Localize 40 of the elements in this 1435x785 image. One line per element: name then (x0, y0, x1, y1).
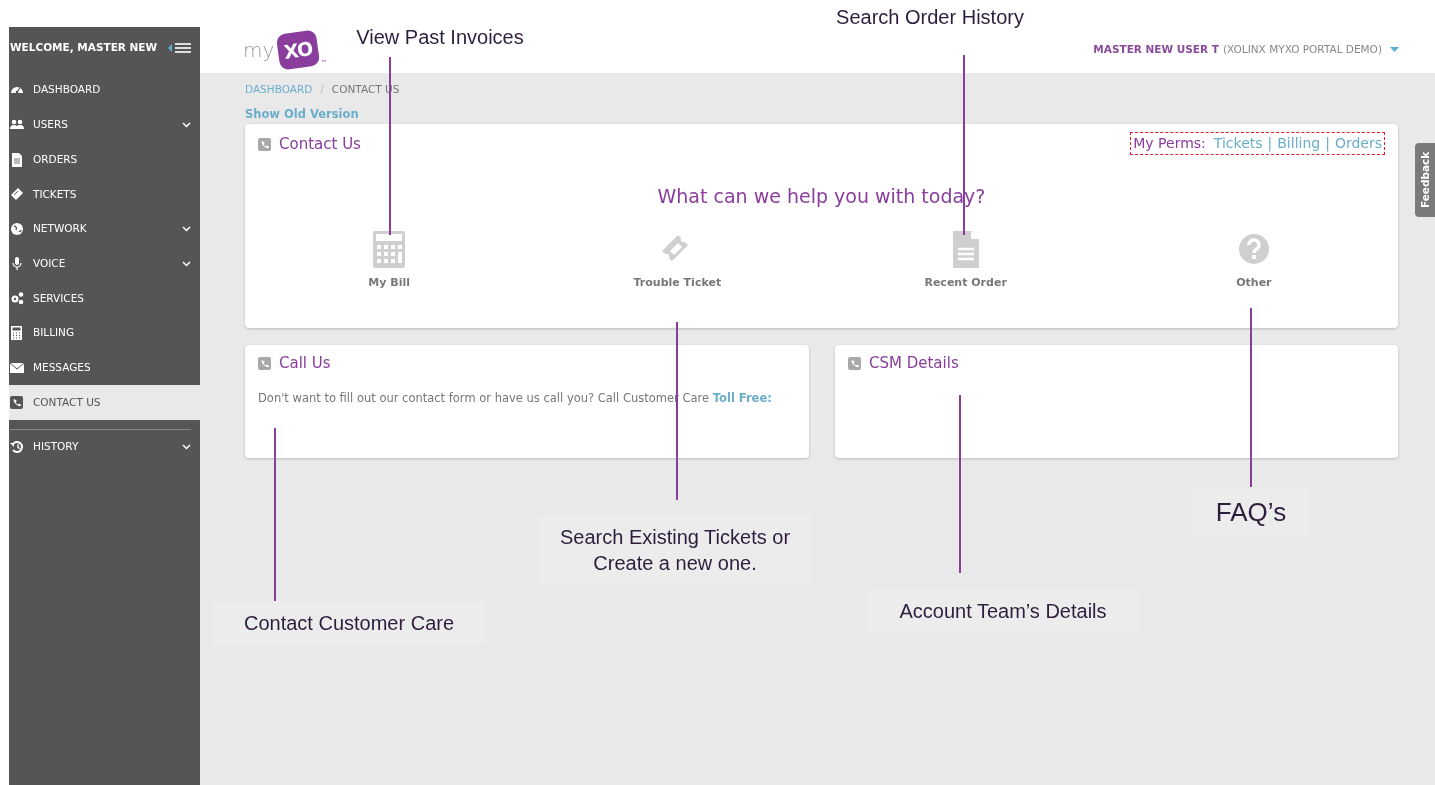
permissions-label: My Perms: (1133, 134, 1206, 153)
history-icon (10, 440, 24, 455)
welcome-text: WELCOME, MASTER NEW (10, 40, 159, 56)
card-title: CSM Details (869, 352, 959, 374)
user-menu[interactable]: MASTER NEW USER T (XOLINX MYXO PORTAL DEMO) (1093, 42, 1399, 58)
callout-label: View Past Invoices (355, 25, 525, 50)
feedback-tab[interactable]: Feedback (1415, 143, 1435, 217)
microphone-icon (10, 256, 24, 271)
contact-option[interactable]: Recent Order (821, 230, 1110, 291)
phone-icon (10, 395, 24, 410)
caret-icon (1390, 47, 1399, 53)
sidebar-item[interactable]: CONTACT US (9, 385, 200, 420)
phone-icon (258, 137, 271, 151)
sidebar-item[interactable]: BILLING (9, 315, 200, 351)
callout-label: Search Order History (835, 5, 1025, 30)
user-name: MASTER NEW USER T (1093, 42, 1219, 58)
logo-text: my (243, 37, 275, 64)
menu-icon[interactable] (168, 42, 192, 54)
card-title: Contact Us (279, 133, 361, 155)
phone-icon (848, 356, 861, 370)
sidebar-item[interactable]: VOICE (9, 246, 200, 282)
sidebar-item[interactable]: MESSAGES (9, 350, 200, 386)
calculator-icon (372, 230, 407, 268)
phone-icon (258, 356, 271, 370)
sidebar-item[interactable]: DASHBOARD (9, 73, 200, 108)
sidebar-item[interactable]: SERVICES (9, 281, 200, 316)
breadcrumb-separator: / (320, 82, 324, 98)
sidebar-item[interactable]: NETWORK (9, 211, 200, 247)
sidebar-item[interactable]: USERS (9, 107, 200, 143)
card-title: Call Us (279, 352, 331, 374)
sidebar-item[interactable]: ORDERS (9, 142, 200, 178)
sidebar-item[interactable]: TICKETS (9, 177, 200, 212)
separator-text: | (1267, 134, 1273, 154)
contact-option[interactable]: Trouble Ticket (533, 230, 822, 291)
account-name: (XOLINX MYXO PORTAL DEMO) (1222, 42, 1382, 58)
sidebar-item[interactable]: HISTORY (9, 429, 200, 465)
separator-text: | (1325, 134, 1330, 154)
contact-option[interactable]: My Bill (245, 230, 534, 291)
contact-option[interactable]: Other (1109, 230, 1398, 291)
logo-mark: XO (276, 29, 321, 71)
